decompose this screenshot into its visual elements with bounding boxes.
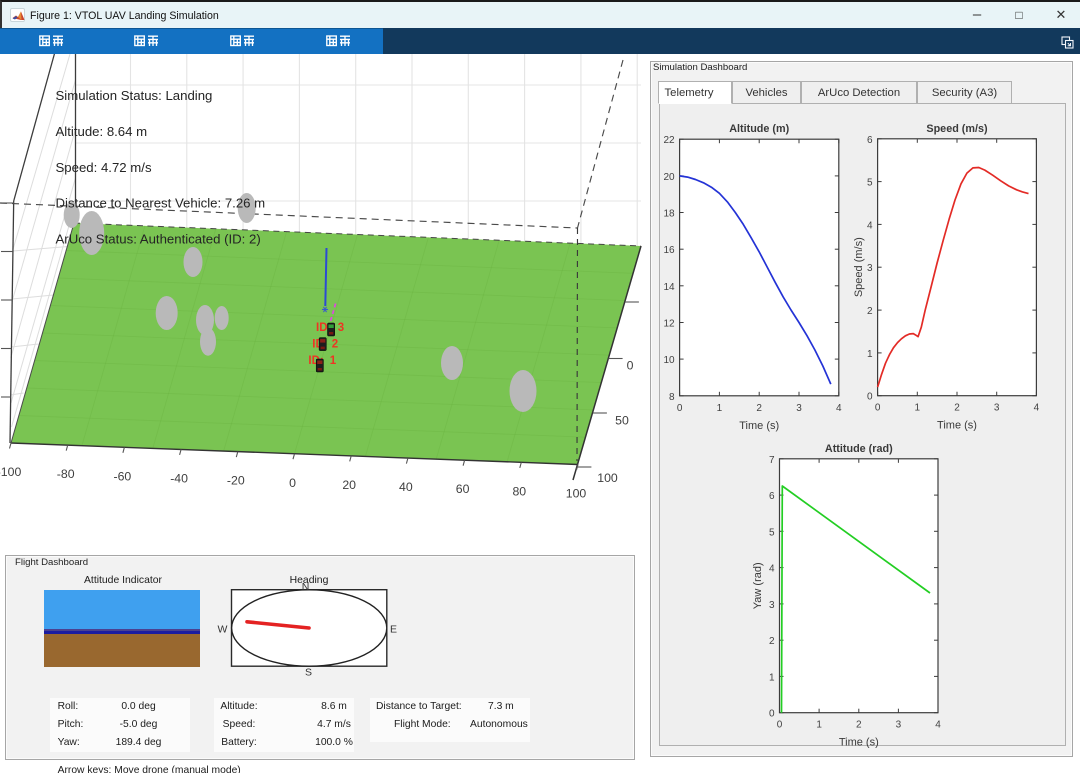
svg-text:1: 1	[915, 403, 921, 414]
svg-text:E: E	[390, 624, 397, 636]
svg-text:1: 1	[816, 720, 822, 731]
svg-text:0: 0	[875, 403, 881, 414]
svg-text:7: 7	[769, 455, 775, 466]
svg-text:100: 100	[597, 471, 618, 485]
svg-text:3: 3	[867, 263, 873, 274]
svg-text:Distance to Nearest Vehicle: 7: Distance to Nearest Vehicle: 7.26 m	[56, 196, 266, 211]
svg-text:16: 16	[663, 245, 675, 256]
svg-text:10: 10	[663, 355, 675, 366]
svg-text:3: 3	[796, 403, 802, 414]
svg-text:0: 0	[677, 403, 683, 414]
svg-text:1: 1	[330, 355, 337, 367]
svg-text:Time (s): Time (s)	[739, 420, 779, 432]
svg-text:100: 100	[566, 487, 587, 501]
svg-text:-80: -80	[57, 467, 75, 481]
svg-text:4: 4	[867, 220, 873, 231]
svg-text:14: 14	[663, 282, 675, 293]
svg-text:6: 6	[769, 491, 775, 502]
svg-text:18: 18	[663, 209, 675, 220]
svg-text:2: 2	[867, 306, 873, 317]
svg-text:-20: -20	[227, 474, 245, 488]
svg-text:50: 50	[615, 414, 629, 428]
svg-text:22: 22	[663, 135, 675, 146]
svg-text:S: S	[305, 667, 312, 679]
svg-text:12: 12	[663, 319, 675, 330]
svg-text:2: 2	[856, 720, 862, 731]
svg-text:-60: -60	[114, 469, 132, 483]
svg-text:3: 3	[769, 600, 775, 611]
svg-text:3: 3	[994, 403, 1000, 414]
svg-text:3: 3	[338, 322, 344, 334]
svg-text:4: 4	[1034, 403, 1040, 414]
svg-text:ArUco Status: Authenticated (I: ArUco Status: Authenticated (ID: 2)	[56, 232, 261, 247]
svg-text:4: 4	[769, 564, 775, 575]
svg-text:Altitude: 8.64 m: Altitude: 8.64 m	[56, 124, 148, 139]
svg-text:2: 2	[954, 403, 960, 414]
svg-text:0: 0	[867, 392, 873, 403]
svg-text:4: 4	[935, 720, 941, 731]
svg-text:5: 5	[867, 178, 873, 189]
svg-text:Yaw (rad): Yaw (rad)	[752, 562, 764, 609]
svg-text:0: 0	[777, 720, 783, 731]
svg-text:2: 2	[332, 339, 338, 351]
svg-text:80: 80	[512, 484, 526, 498]
svg-text:3: 3	[896, 720, 902, 731]
svg-text:Altitude (m): Altitude (m)	[729, 123, 789, 135]
svg-text:Speed (m/s): Speed (m/s)	[853, 237, 865, 297]
svg-text:40: 40	[399, 480, 413, 494]
svg-text:Time (s): Time (s)	[839, 737, 879, 749]
svg-text:-100: -100	[0, 465, 21, 479]
svg-text:4: 4	[836, 403, 842, 414]
svg-text:1: 1	[717, 403, 723, 414]
svg-text:Simulation Status: Landing: Simulation Status: Landing	[56, 88, 213, 103]
svg-text:1: 1	[867, 349, 873, 360]
svg-text:0: 0	[289, 476, 296, 490]
svg-text:60: 60	[456, 482, 470, 496]
svg-text:1: 1	[769, 672, 775, 683]
svg-text:N: N	[302, 581, 310, 593]
svg-text:W: W	[218, 624, 228, 636]
svg-text:Speed (m/s): Speed (m/s)	[926, 123, 988, 135]
svg-text:20: 20	[342, 478, 356, 492]
svg-text:5: 5	[769, 527, 775, 538]
svg-text:Time (s): Time (s)	[937, 420, 977, 432]
svg-text:0: 0	[627, 359, 634, 373]
svg-text:2: 2	[769, 636, 775, 647]
svg-text:20: 20	[663, 172, 675, 183]
svg-text:Speed: 4.72 m/s: Speed: 4.72 m/s	[56, 160, 152, 175]
svg-text:0: 0	[769, 709, 775, 720]
svg-text:6: 6	[867, 135, 873, 146]
svg-text:2: 2	[756, 403, 762, 414]
svg-text:8: 8	[669, 392, 675, 403]
svg-text:Attitude (rad): Attitude (rad)	[825, 443, 893, 455]
svg-text:-40: -40	[170, 471, 188, 485]
